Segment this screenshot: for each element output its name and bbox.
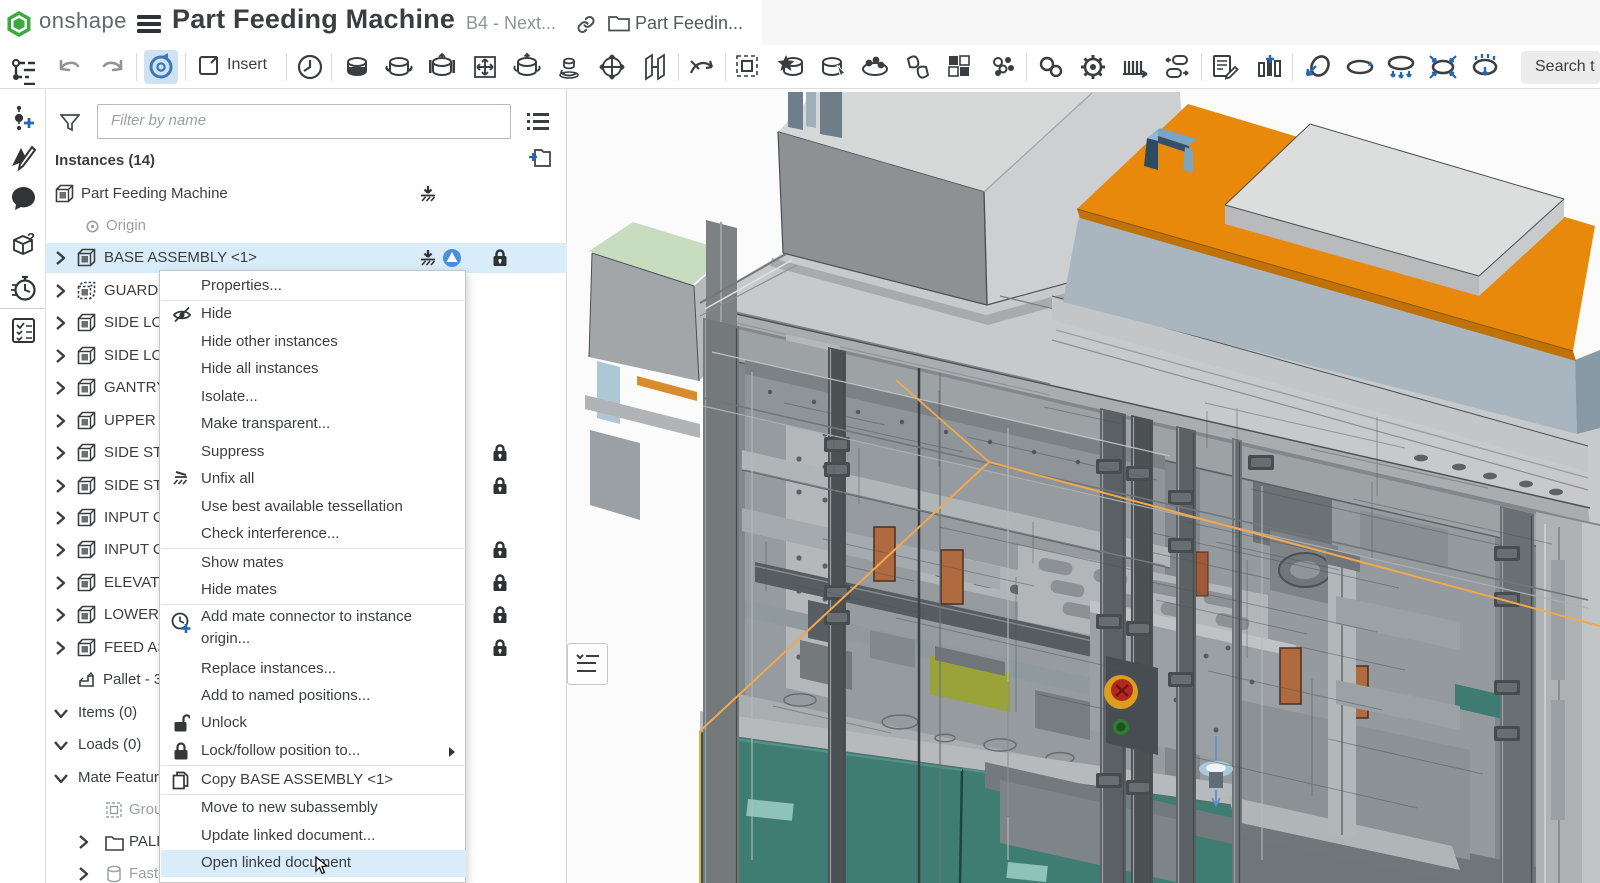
svg-text:?: ? [27, 231, 35, 245]
